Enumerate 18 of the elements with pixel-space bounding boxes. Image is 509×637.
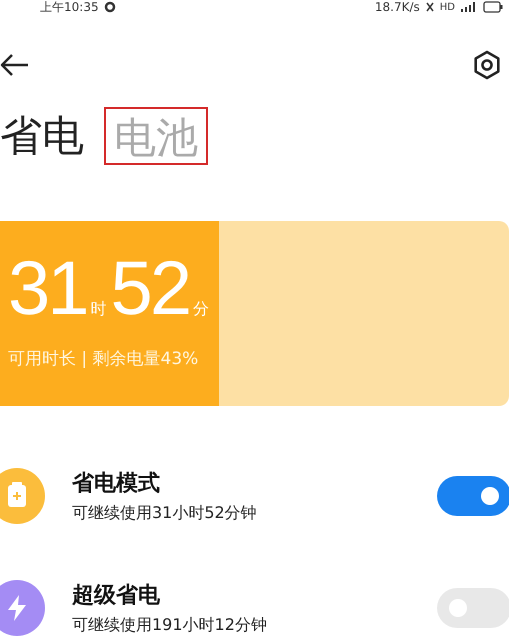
mode-subtitle: 可继续使用31小时52分钟 [72, 502, 258, 524]
mode-title: 超级省电 [72, 582, 161, 610]
network-speed: 18.7K/s [374, 0, 420, 14]
minutes-unit: 分 [193, 299, 210, 320]
back-arrow-icon [0, 53, 30, 77]
back-button[interactable] [0, 53, 30, 77]
minutes-value: 52 [110, 251, 190, 327]
signal-icon [460, 1, 478, 13]
mode-title: 省电模式 [72, 470, 161, 498]
status-time: 上午10:35 [40, 0, 99, 16]
battery-caption: 可用时长 | 剩余电量43% [8, 348, 200, 370]
tab[interactable]: 省电 [0, 107, 84, 165]
hours-value: 31 [8, 251, 87, 327]
hours-unit: 时 [90, 299, 107, 320]
battery-icon [483, 1, 503, 13]
toggle-switch[interactable] [437, 476, 509, 516]
mode-subtitle: 可继续使用191小时12分钟 [72, 614, 268, 636]
network-type: HD [440, 2, 455, 12]
